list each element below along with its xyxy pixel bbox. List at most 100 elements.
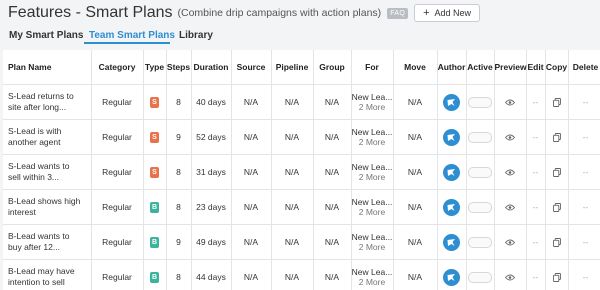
for-cell: New Lea...2 More — [351, 260, 393, 290]
eye-icon[interactable] — [505, 237, 515, 247]
type-badge: S — [150, 132, 159, 143]
col-header-move[interactable]: Move — [393, 50, 437, 85]
plan-name-cell[interactable]: S-Lead is withanother agent — [3, 120, 91, 155]
delete-cell: -- — [568, 260, 600, 290]
col-header-plan-name[interactable]: Plan Name — [3, 50, 91, 85]
col-header-steps[interactable]: Steps — [166, 50, 191, 85]
steps-cell: 8 — [166, 190, 191, 225]
plus-icon: + — [423, 7, 429, 19]
plan-name-line-2: sell within 3... — [8, 172, 91, 184]
add-new-button[interactable]: + Add New — [414, 4, 480, 22]
active-toggle[interactable] — [468, 272, 492, 283]
type-badge: B — [150, 202, 159, 213]
delete-placeholder: -- — [583, 202, 589, 212]
copy-icon[interactable] — [553, 237, 561, 247]
plan-name-line-1: S-Lead wants to — [8, 161, 91, 173]
delete-placeholder: -- — [583, 132, 589, 142]
col-header-for[interactable]: For — [351, 50, 393, 85]
tab-my-smart-plans[interactable]: My Smart Plans — [9, 30, 83, 41]
for-primary: New Lea... — [352, 232, 393, 242]
tab-library[interactable]: Library — [179, 30, 213, 41]
active-toggle[interactable] — [468, 97, 492, 108]
col-header-active[interactable]: Active — [466, 50, 494, 85]
steps-cell: 8 — [166, 155, 191, 190]
tab-bar: My Smart Plans Team Smart Plans Library — [0, 26, 600, 44]
copy-icon[interactable] — [553, 167, 561, 177]
active-toggle[interactable] — [468, 237, 492, 248]
eye-icon[interactable] — [505, 272, 515, 282]
type-badge: B — [150, 237, 159, 248]
col-header-group[interactable]: Group — [313, 50, 351, 85]
preview-cell — [494, 155, 526, 190]
table-header-row: Plan Name Category Type Steps Duration S… — [3, 50, 600, 85]
plan-name-cell[interactable]: S-Lead wants tosell within 3... — [3, 155, 91, 190]
table-row: B-Lead may haveintention to sellRegularB… — [3, 260, 600, 290]
copy-cell — [545, 260, 568, 290]
active-cell — [466, 260, 494, 290]
group-cell: N/A — [313, 260, 351, 290]
for-more-link[interactable]: 2 More — [352, 277, 393, 287]
faq-badge[interactable]: FAQ — [387, 8, 408, 19]
col-header-duration[interactable]: Duration — [191, 50, 231, 85]
delete-placeholder: -- — [583, 97, 589, 107]
for-cell: New Lea...2 More — [351, 155, 393, 190]
plan-name-cell[interactable]: B-Lead may haveintention to sell — [3, 260, 91, 290]
eye-icon[interactable] — [505, 167, 515, 177]
category-cell: Regular — [91, 260, 143, 290]
for-more-link[interactable]: 2 More — [352, 242, 393, 252]
for-more-link[interactable]: 2 More — [352, 207, 393, 217]
edit-placeholder: -- — [533, 97, 539, 107]
type-cell: B — [143, 190, 166, 225]
for-more-link[interactable]: 2 More — [352, 102, 393, 112]
copy-icon[interactable] — [553, 272, 561, 282]
table-row: S-Lead wants tosell within 3...RegularS8… — [3, 155, 600, 190]
col-header-category[interactable]: Category — [91, 50, 143, 85]
plan-name-cell[interactable]: S-Lead returns tosite after long... — [3, 85, 91, 120]
source-cell: N/A — [231, 260, 271, 290]
copy-icon[interactable] — [553, 202, 561, 212]
eye-icon[interactable] — [505, 202, 515, 212]
plan-name-line-1: B-Lead may have — [8, 266, 91, 278]
col-header-author[interactable]: Author — [437, 50, 466, 85]
col-header-pipeline[interactable]: Pipeline — [271, 50, 313, 85]
active-toggle[interactable] — [468, 132, 492, 143]
tab-team-smart-plans[interactable]: Team Smart Plans — [89, 30, 175, 41]
active-toggle[interactable] — [468, 167, 492, 178]
duration-cell: 49 days — [191, 225, 231, 260]
active-cell — [466, 120, 494, 155]
add-new-label: Add New — [435, 8, 472, 18]
for-primary: New Lea... — [352, 197, 393, 207]
plan-name-cell[interactable]: B-Lead wants tobuy after 12... — [3, 225, 91, 260]
group-cell: N/A — [313, 120, 351, 155]
copy-cell — [545, 155, 568, 190]
col-header-source[interactable]: Source — [231, 50, 271, 85]
edit-cell: -- — [526, 260, 545, 290]
active-cell — [466, 225, 494, 260]
for-more-link[interactable]: 2 More — [352, 137, 393, 147]
category-cell: Regular — [91, 225, 143, 260]
for-primary: New Lea... — [352, 92, 393, 102]
page-title: Features - Smart Plans — [8, 4, 173, 22]
edit-cell: -- — [526, 120, 545, 155]
col-header-type[interactable]: Type — [143, 50, 166, 85]
plan-name-line-2: intention to sell — [8, 277, 91, 289]
author-avatar — [443, 164, 460, 181]
active-toggle[interactable] — [468, 202, 492, 213]
eye-icon[interactable] — [505, 97, 515, 107]
eye-icon[interactable] — [505, 132, 515, 142]
copy-cell — [545, 190, 568, 225]
plan-name-cell[interactable]: B-Lead shows highinterest — [3, 190, 91, 225]
pipeline-cell: N/A — [271, 120, 313, 155]
for-cell: New Lea...2 More — [351, 120, 393, 155]
plan-name-line-1: S-Lead is with — [8, 126, 91, 138]
author-avatar — [443, 129, 460, 146]
copy-icon[interactable] — [553, 132, 561, 142]
edit-placeholder: -- — [533, 167, 539, 177]
delete-cell: -- — [568, 155, 600, 190]
preview-cell — [494, 260, 526, 290]
edit-cell: -- — [526, 85, 545, 120]
for-more-link[interactable]: 2 More — [352, 172, 393, 182]
delete-placeholder: -- — [583, 167, 589, 177]
author-cell — [437, 260, 466, 290]
copy-icon[interactable] — [553, 97, 561, 107]
